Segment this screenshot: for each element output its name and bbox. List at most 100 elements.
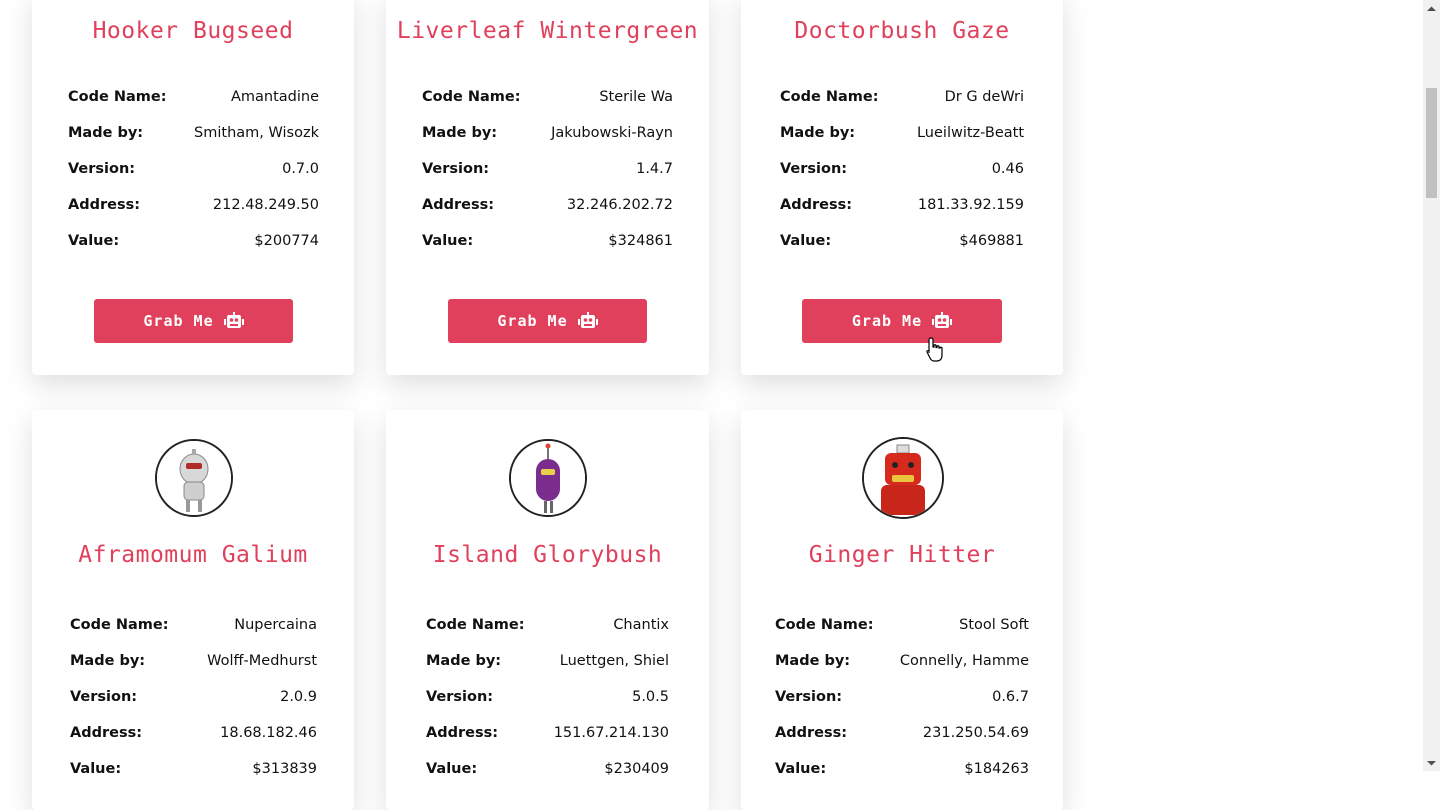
info-label: Code Name: (68, 89, 167, 105)
robot-card: Ginger Hitter Code Name: Stool Soft Made … (741, 410, 1063, 810)
robot-info: Code Name: Stool Soft Made by: Connelly, H… (775, 607, 1029, 787)
info-value: 151.67.214.130 (553, 725, 669, 741)
info-row-version: Version: 5.0.5 (426, 679, 669, 715)
info-value: $313839 (252, 761, 317, 777)
grab-me-label: Grab Me (497, 312, 568, 330)
info-value: 0.7.0 (282, 161, 319, 177)
info-row-value: Value: $184263 (775, 751, 1029, 787)
info-value: 32.246.202.72 (566, 197, 673, 213)
red-robot-image (864, 439, 942, 517)
info-label: Version: (426, 689, 494, 705)
info-value: 18.68.182.46 (220, 725, 317, 741)
scroll-down-arrow-icon[interactable] (1423, 754, 1440, 771)
robot-avatar (862, 437, 944, 519)
info-row-code-name: Code Name: Amantadine (68, 79, 319, 115)
info-value: Chantix (613, 617, 669, 633)
info-row-version: Version: 1.4.7 (422, 151, 673, 187)
info-row-value: Value: $324861 (422, 223, 673, 259)
purple-robot-image (511, 441, 585, 515)
info-row-address: Address: 18.68.182.46 (70, 715, 317, 751)
robot-card: Doctorbush Gaze Code Name: Dr G deWri Mad… (741, 0, 1063, 375)
grab-me-button[interactable]: Grab Me (448, 299, 647, 343)
info-row-version: Version: 2.0.9 (70, 679, 317, 715)
info-label: Value: (422, 233, 474, 249)
info-row-made-by: Made by: Connelly, Hamme (775, 643, 1029, 679)
info-value: Connelly, Hamme (899, 653, 1029, 669)
robot-name: Hooker Bugseed (92, 18, 294, 44)
info-row-code-name: Code Name: Nupercaina (70, 607, 317, 643)
info-value: $200774 (254, 233, 319, 249)
grab-me-button[interactable]: Grab Me (802, 299, 1002, 343)
robot-name: Liverleaf Wintergreen (396, 18, 699, 44)
info-label: Version: (422, 161, 490, 177)
robot-card: Island Glorybush Code Name: Chantix Made … (386, 410, 709, 810)
info-row-address: Address: 181.33.92.159 (780, 187, 1024, 223)
robot-name: Ginger Hitter (808, 542, 996, 568)
info-label: Made by: (780, 125, 856, 141)
info-row-value: Value: $469881 (780, 223, 1024, 259)
robot-card: Liverleaf Wintergreen Code Name: Sterile … (386, 0, 709, 375)
grab-me-button[interactable]: Grab Me (94, 299, 293, 343)
robot-info: Code Name: Dr G deWri Made by: Lueilwitz-B… (780, 79, 1024, 259)
info-label: Value: (775, 761, 827, 777)
info-row-address: Address: 151.67.214.130 (426, 715, 669, 751)
info-label: Made by: (70, 653, 146, 669)
info-value: Amantadine (230, 89, 319, 105)
info-label: Made by: (68, 125, 144, 141)
grab-me-label: Grab Me (851, 312, 923, 330)
info-label: Value: (426, 761, 478, 777)
silver-robot-image (157, 441, 231, 515)
robot-icon (932, 312, 953, 328)
robot-avatar (155, 439, 233, 517)
robot-info: Code Name: Nupercaina Made by: Wolff-Medhu… (70, 607, 317, 787)
info-row-version: Version: 0.7.0 (68, 151, 319, 187)
info-label: Version: (68, 161, 136, 177)
scrollbar-thumb[interactable] (1426, 88, 1437, 198)
info-label: Code Name: (422, 89, 521, 105)
info-value: Luettgen, Shiel (559, 653, 669, 669)
info-value: $469881 (959, 233, 1024, 249)
info-value: Jakubowski-Rayn (551, 125, 673, 141)
info-label: Code Name: (780, 89, 879, 105)
hand-pointer-cursor-icon (926, 337, 943, 362)
robot-card: Aframomum Galium Code Name: Nupercaina Ma… (32, 410, 354, 810)
info-row-made-by: Made by: Smitham, Wisozk (68, 115, 319, 151)
info-value: Nupercaina (234, 617, 317, 633)
info-label: Made by: (422, 125, 498, 141)
info-row-address: Address: 212.48.249.50 (68, 187, 319, 223)
info-value: Sterile Wa (599, 89, 673, 105)
info-label: Code Name: (775, 617, 874, 633)
info-label: Made by: (426, 653, 502, 669)
info-row-made-by: Made by: Luettgen, Shiel (426, 643, 669, 679)
scroll-up-arrow-icon[interactable] (1423, 0, 1440, 17)
info-row-made-by: Made by: Wolff-Medhurst (70, 643, 317, 679)
info-value: Smitham, Wisozk (194, 125, 319, 141)
info-value: Stool Soft (959, 617, 1029, 633)
robot-icon (577, 312, 598, 328)
info-label: Version: (775, 689, 843, 705)
info-row-code-name: Code Name: Chantix (426, 607, 669, 643)
info-row-code-name: Code Name: Sterile Wa (422, 79, 673, 115)
info-label: Value: (70, 761, 122, 777)
info-row-code-name: Code Name: Stool Soft (775, 607, 1029, 643)
info-label: Code Name: (70, 617, 169, 633)
info-label: Address: (775, 725, 848, 741)
info-row-version: Version: 0.46 (780, 151, 1024, 187)
vertical-scrollbar[interactable] (1423, 0, 1440, 771)
info-value: Wolff-Medhurst (207, 653, 317, 669)
info-label: Made by: (775, 653, 851, 669)
info-row-value: Value: $200774 (68, 223, 319, 259)
info-value: 212.48.249.50 (212, 197, 319, 213)
info-label: Address: (426, 725, 499, 741)
robot-name: Island Glorybush (432, 542, 663, 568)
grab-me-label: Grab Me (143, 312, 214, 330)
info-value: $230409 (604, 761, 669, 777)
info-value: 231.250.54.69 (922, 725, 1029, 741)
info-row-address: Address: 231.250.54.69 (775, 715, 1029, 751)
info-row-code-name: Code Name: Dr G deWri (780, 79, 1024, 115)
robot-info: Code Name: Chantix Made by: Luettgen, Shie… (426, 607, 669, 787)
info-label: Value: (780, 233, 832, 249)
info-row-version: Version: 0.6.7 (775, 679, 1029, 715)
info-value: 181.33.92.159 (917, 197, 1024, 213)
info-label: Version: (780, 161, 848, 177)
